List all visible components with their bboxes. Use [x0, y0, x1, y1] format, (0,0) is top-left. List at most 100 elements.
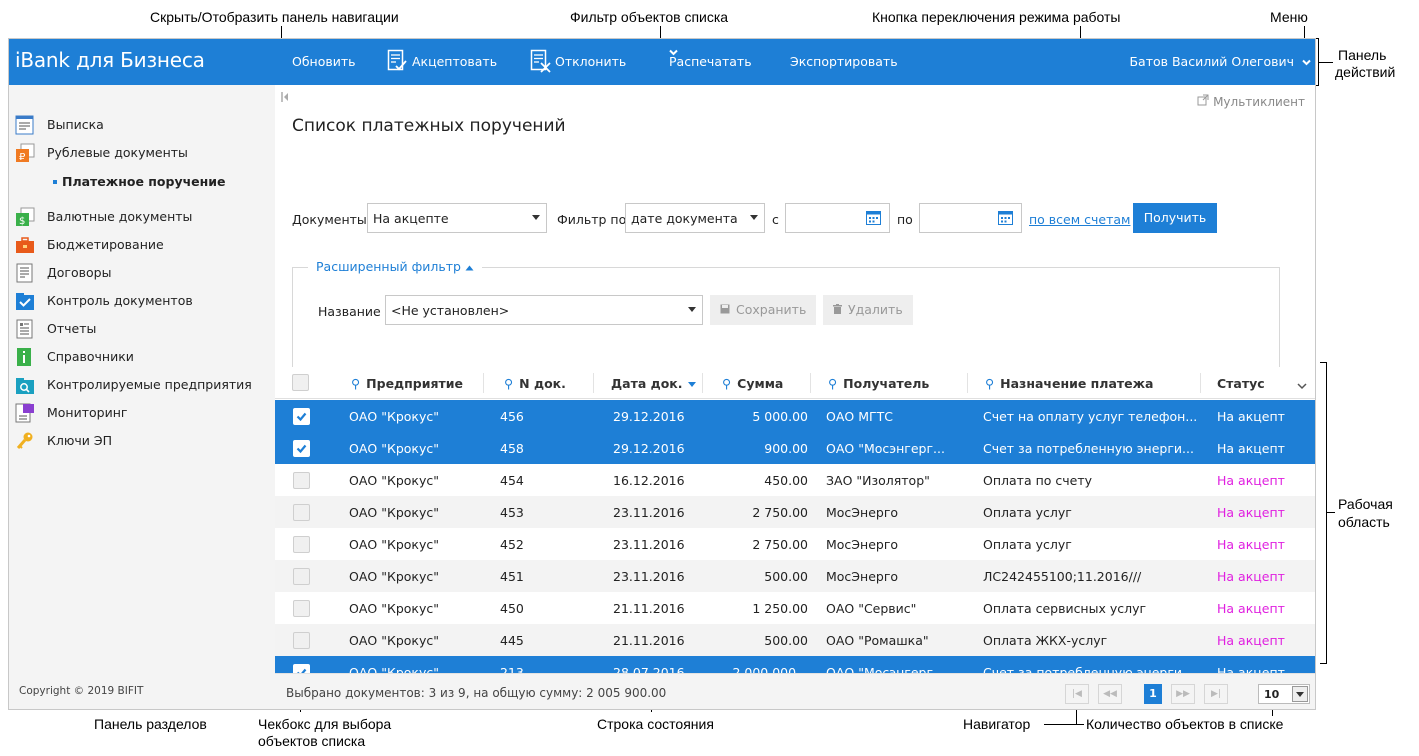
- page-size-select[interactable]: 10: [1258, 684, 1310, 704]
- reports-icon: [15, 319, 35, 339]
- row-checkbox[interactable]: [293, 632, 310, 649]
- first-page-button[interactable]: |◀: [1065, 684, 1089, 704]
- export-button[interactable]: Экспортировать: [790, 54, 898, 69]
- callout-work-area-1: Рабочая: [1338, 496, 1393, 512]
- date-to-input[interactable]: [919, 203, 1022, 233]
- header-doc-no[interactable]: ⚲ N док.: [504, 376, 566, 391]
- reject-button[interactable]: Отклонить: [530, 49, 627, 73]
- header-doc-date[interactable]: Дата док.: [611, 376, 696, 391]
- cell-status: На акцепт: [1217, 473, 1285, 488]
- svg-text:₽: ₽: [19, 152, 26, 163]
- prev-page-button[interactable]: ◀◀: [1098, 684, 1122, 704]
- current-page[interactable]: 1: [1144, 684, 1162, 704]
- svg-text:$: $: [19, 216, 25, 227]
- row-checkbox[interactable]: [293, 600, 310, 617]
- callout-items-count: Количество объектов в списке: [1086, 716, 1284, 732]
- sidebar-item-doc-control[interactable]: Контроль документов: [9, 290, 275, 312]
- page-title: Список платежных поручений: [292, 116, 566, 136]
- documents-select[interactable]: На акцепте: [367, 203, 547, 233]
- column-divider: [702, 373, 703, 393]
- last-page-button[interactable]: ▶|: [1204, 684, 1228, 704]
- doc-control-icon: [15, 291, 35, 311]
- sidebar-item-currency-docs[interactable]: $ Валютные документы: [9, 206, 275, 228]
- save-filter-button[interactable]: Сохранить: [710, 295, 816, 325]
- cell-company: ОАО "Крокус": [349, 505, 439, 520]
- row-checkbox[interactable]: [293, 504, 310, 521]
- sidebar-item-keys[interactable]: Ключи ЭП: [9, 430, 275, 452]
- table-row[interactable]: ОАО "Крокус" 458 29.12.2016 900.00 ОАО "Мосэ…: [275, 432, 1315, 464]
- sidebar-item-statement[interactable]: Выписка: [9, 114, 275, 136]
- status-text: Выбрано документов: 3 из 9, на общую сум…: [286, 686, 667, 700]
- header-recipient[interactable]: ⚲ Получатель: [828, 376, 929, 391]
- all-accounts-link[interactable]: по всем счетам: [1029, 212, 1130, 227]
- select-all-checkbox[interactable]: [292, 374, 309, 391]
- filter-name-select[interactable]: <Не установлен>: [385, 295, 703, 325]
- get-button[interactable]: Получить: [1133, 203, 1217, 233]
- print-dropdown[interactable]: Распечатать: [669, 49, 760, 69]
- columns-menu-icon[interactable]: [1297, 378, 1307, 393]
- callout-checkbox-2: объектов списка: [258, 733, 366, 749]
- table-row[interactable]: ОАО "Крокус" 451 23.11.2016 500.00 МосЭнерго…: [275, 560, 1315, 592]
- cell-no: 452: [500, 537, 524, 552]
- cell-recipient: МосЭнерго: [826, 569, 899, 584]
- chevron-down-icon: [1302, 54, 1311, 69]
- accept-button[interactable]: Акцептовать: [387, 49, 497, 71]
- multiclient-label: Мультиклиент: [1213, 95, 1305, 109]
- table-row[interactable]: ОАО "Крокус" 456 29.12.2016 5 000.00 ОАО МГТ…: [275, 400, 1315, 432]
- ruble-docs-icon: ₽: [15, 143, 35, 163]
- row-checkbox[interactable]: [293, 408, 310, 425]
- filter-by-select-value: дате документа: [631, 211, 738, 226]
- briefcase-icon: [15, 235, 35, 255]
- sidebar-item-reports[interactable]: Отчеты: [9, 318, 275, 340]
- table-row[interactable]: ОАО "Крокус" 453 23.11.2016 2 750.00 МосЭнер…: [275, 496, 1315, 528]
- refresh-button[interactable]: Обновить: [292, 54, 356, 69]
- table-row[interactable]: ОАО "Крокус" 454 16.12.2016 450.00 ЗАО "Изол…: [275, 464, 1315, 496]
- header-amount[interactable]: ⚲ Сумма: [722, 376, 783, 391]
- user-menu[interactable]: Батов Василий Олегович: [1129, 54, 1311, 69]
- sidebar-item-label: Договоры: [47, 265, 112, 280]
- row-checkbox[interactable]: [293, 536, 310, 553]
- sidebar-item-payment-order[interactable]: Платежное поручение: [9, 172, 275, 192]
- cell-date: 23.11.2016: [613, 569, 685, 584]
- date-from-input[interactable]: [785, 203, 890, 233]
- cell-purpose: Оплата ЖКХ-услуг: [983, 633, 1108, 648]
- callout-action-panel-2: действий: [1335, 64, 1396, 80]
- header-company[interactable]: ⚲ Предприятие: [351, 376, 463, 391]
- callout-sections-panel: Панель разделов: [94, 716, 207, 732]
- collapse-sidebar-icon[interactable]: [281, 91, 289, 102]
- cell-purpose: Оплата по счету: [983, 473, 1092, 488]
- table-row[interactable]: ОАО "Крокус" 452 23.11.2016 2 750.00 МосЭнер…: [275, 528, 1315, 560]
- row-checkbox[interactable]: [293, 472, 310, 489]
- column-divider: [483, 373, 484, 393]
- copyright: Copyright © 2019 BIFIT: [19, 685, 144, 697]
- cell-purpose: Счет за потребленную энерги...: [983, 441, 1194, 456]
- row-checkbox[interactable]: [293, 440, 310, 457]
- cell-recipient: ОАО "Мосэнгерг...: [826, 441, 945, 456]
- column-divider: [1200, 373, 1201, 393]
- delete-filter-label: Удалить: [848, 302, 903, 317]
- advanced-filter-toggle[interactable]: Расширенный фильтр: [308, 259, 482, 274]
- calendar-icon[interactable]: [866, 210, 881, 228]
- app-window: iBank для Бизнеса Обновить Акцептовать О…: [8, 38, 1316, 710]
- sidebar-item-contracts[interactable]: Договоры: [9, 262, 275, 284]
- sidebar-item-label: Контролируемые предприятия: [47, 377, 252, 392]
- sidebar-item-ruble-docs[interactable]: ₽ Рублевые документы: [9, 142, 275, 164]
- filter-by-select[interactable]: дате документа: [625, 203, 765, 233]
- cell-status: На акцепт: [1217, 505, 1285, 520]
- reject-label: Отклонить: [555, 54, 627, 69]
- date-to-label: по: [897, 212, 913, 227]
- sidebar-item-controlled-companies[interactable]: Контролируемые предприятия: [9, 374, 275, 396]
- row-checkbox[interactable]: [293, 568, 310, 585]
- delete-filter-button[interactable]: Удалить: [823, 295, 913, 325]
- next-page-button[interactable]: ▶▶: [1171, 684, 1195, 704]
- table-row[interactable]: ОАО "Крокус" 450 21.11.2016 1 250.00 ОАО "Се…: [275, 592, 1315, 624]
- user-name: Батов Василий Олегович: [1129, 54, 1295, 69]
- table-row[interactable]: ОАО "Крокус" 445 21.11.2016 500.00 ОАО "Рома…: [275, 624, 1315, 656]
- sidebar-item-monitoring[interactable]: Мониторинг: [9, 402, 275, 424]
- header-status[interactable]: Статус: [1217, 376, 1265, 391]
- sidebar-item-budgeting[interactable]: Бюджетирование: [9, 234, 275, 256]
- header-purpose[interactable]: ⚲ Назначение платежа: [985, 376, 1154, 391]
- multiclient-toggle[interactable]: Мультиклиент: [1197, 94, 1305, 109]
- calendar-icon[interactable]: [998, 210, 1013, 228]
- sidebar-item-directories[interactable]: Справочники: [9, 346, 275, 368]
